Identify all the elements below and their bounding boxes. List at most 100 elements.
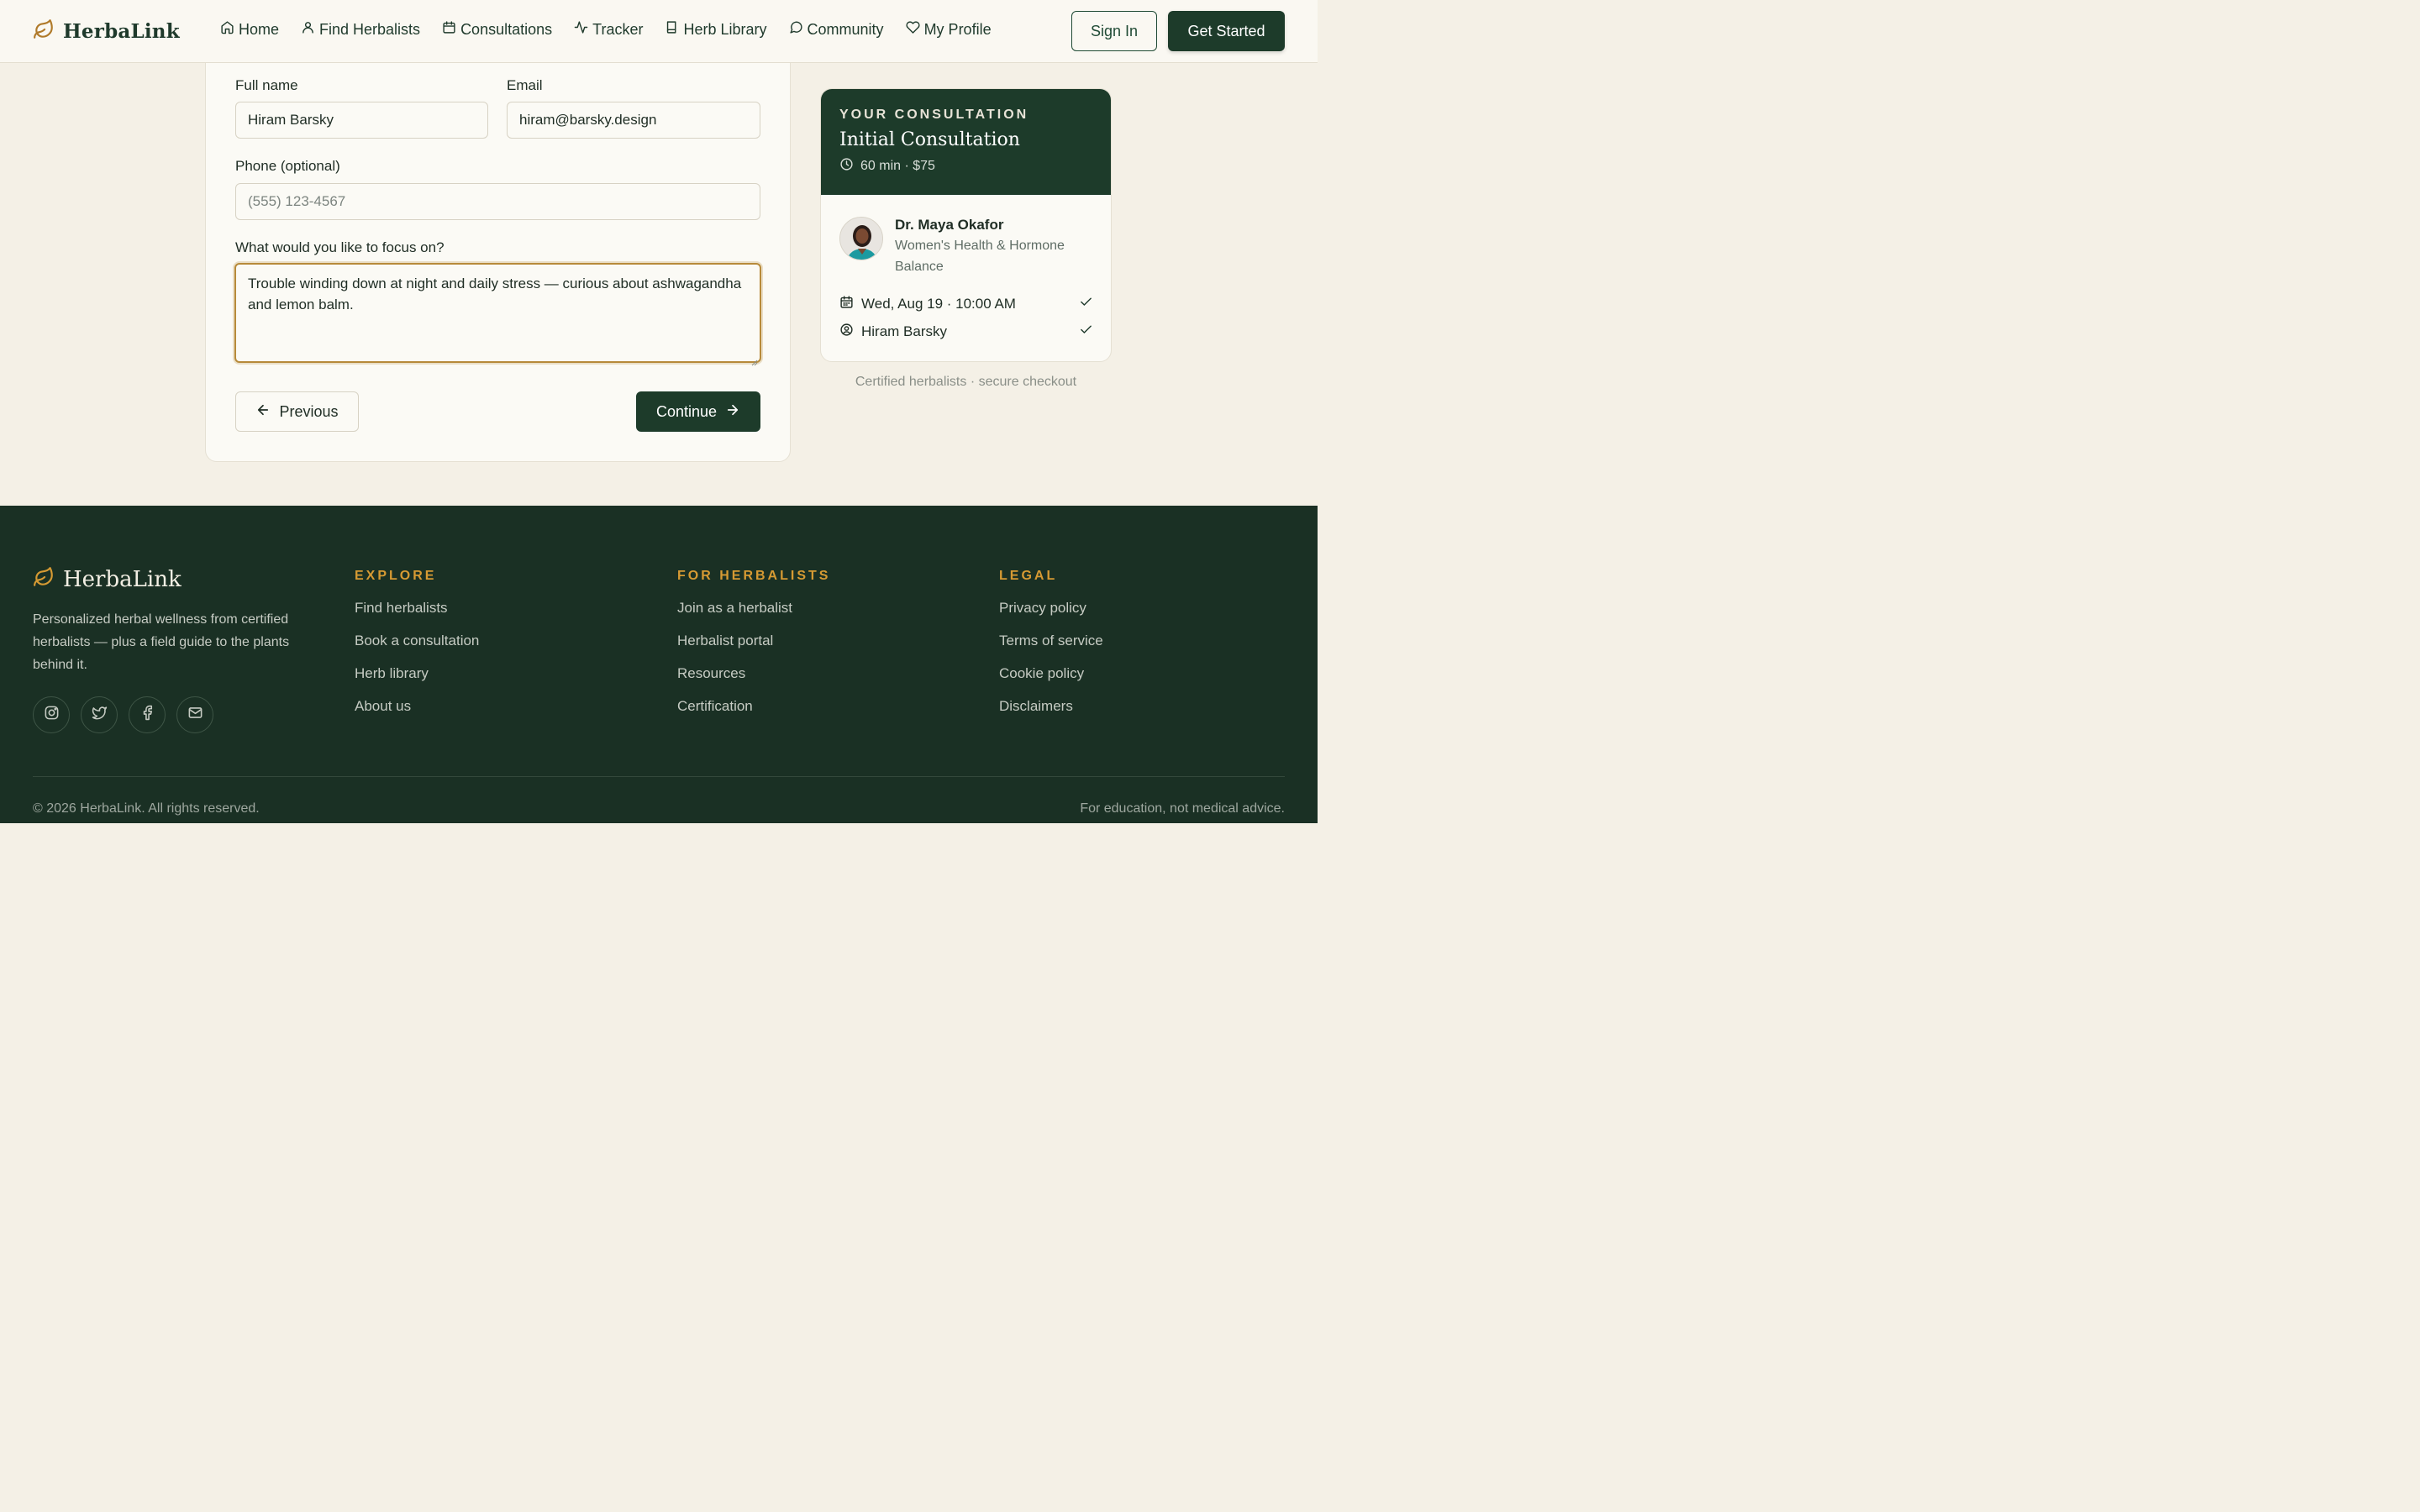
footer-link[interactable]: Book a consultation [355, 633, 479, 649]
footer-link[interactable]: Privacy policy [999, 600, 1103, 617]
previous-button[interactable]: Previous [235, 391, 359, 432]
get-started-button[interactable]: Get Started [1168, 11, 1285, 51]
medical-disclaimer: For education, not medical advice. [1080, 801, 1285, 816]
activity-icon [574, 20, 588, 39]
nav-label: My Profile [923, 20, 992, 38]
nav-label: Herb Library [683, 20, 767, 38]
nav-label: Find Herbalists [319, 20, 421, 38]
continue-button[interactable]: Continue [636, 391, 760, 432]
full-name-input[interactable]: Hiram Barsky [235, 102, 488, 139]
chat-bubble-icon [789, 20, 803, 39]
twitter-link[interactable] [81, 696, 118, 733]
herbalist-specialty: Women's Health & Hormone Balance [895, 239, 1065, 274]
brand-name: HerbaLink [63, 20, 180, 43]
footer-link[interactable]: Cookie policy [999, 665, 1103, 682]
nav-item-herb-library[interactable]: Herb Library [665, 20, 767, 39]
continue-label: Continue [655, 402, 718, 420]
arrow-left-icon [255, 402, 271, 422]
nav-item-tracker[interactable]: Tracker [574, 20, 643, 39]
footer-col-title: EXPLORE [355, 569, 437, 583]
herbalist-name: Dr. Maya Okafor [895, 217, 1004, 233]
footer-link[interactable]: Herbalist portal [677, 633, 830, 649]
home-icon [220, 20, 234, 39]
phone-input[interactable]: (555) 123-4567 [235, 183, 760, 220]
copyright: © 2026 HerbaLink. All rights reserved. [33, 801, 260, 816]
footer-col-explore: EXPLORE Find herbalists Book a consultat… [355, 569, 479, 715]
nav-item-home[interactable]: Home [220, 20, 279, 39]
previous-label: Previous [279, 402, 339, 420]
footer-col-title: LEGAL [999, 569, 1058, 583]
summary-title: Initial Consultation [839, 129, 1020, 150]
nav-item-consultations[interactable]: Consultations [442, 20, 552, 39]
arrow-right-icon [725, 402, 740, 422]
footer-col-title: FOR HERBALISTS [677, 569, 831, 583]
focus-label: What would you like to focus on? [235, 239, 445, 255]
footer-brand[interactable]: HerbaLink [33, 566, 182, 592]
site-footer: HerbaLink Personalized herbal wellness f… [0, 506, 1318, 823]
nav-label: Tracker [592, 20, 644, 38]
main-nav: Home Find Herbalists Consultations Track… [220, 20, 992, 39]
leaf-icon [33, 18, 55, 45]
herbalist-info: Dr. Maya Okafor Women's Health & Hormone… [839, 217, 1092, 277]
nav-label: Home [239, 20, 280, 38]
top-navbar: HerbaLink Home Find Herbalists Consultat… [0, 0, 1318, 63]
resize-grip-icon[interactable] [750, 351, 758, 366]
instagram-icon [44, 705, 60, 725]
focus-textarea[interactable]: Trouble winding down at night and daily … [234, 263, 761, 366]
duration-price: 60 min · $75 [860, 159, 935, 173]
email-link[interactable] [176, 696, 213, 733]
brand-logo[interactable]: HerbaLink [33, 18, 180, 45]
secure-checkout-note: Certified herbalists · secure checkout [855, 375, 1077, 389]
footer-link[interactable]: Join as a herbalist [677, 600, 830, 617]
footer-divider [33, 776, 1285, 777]
heart-icon [905, 20, 920, 39]
summary-header: YOUR CONSULTATION Initial Consultation 6… [821, 89, 1111, 195]
nav-item-community[interactable]: Community [789, 20, 884, 39]
date-row: Wed, Aug 19 · 10:00 AM [839, 295, 1093, 313]
nav-item-my-profile[interactable]: My Profile [905, 20, 992, 39]
appointment-date: Wed, Aug 19 · 10:00 AM [861, 296, 1016, 312]
footer-brand-name: HerbaLink [63, 566, 182, 592]
footer-link[interactable]: Certification [677, 698, 830, 715]
nav-item-find-herbalists[interactable]: Find Herbalists [301, 20, 420, 39]
email-label: Email [507, 77, 543, 93]
book-icon [665, 20, 679, 39]
email-input[interactable]: hiram@barsky.design [507, 102, 760, 139]
calendar-icon [839, 295, 854, 313]
leaf-icon [33, 566, 55, 592]
footer-link[interactable]: Find herbalists [355, 600, 479, 617]
facebook-link[interactable] [129, 696, 166, 733]
footer-link[interactable]: About us [355, 698, 479, 715]
instagram-link[interactable] [33, 696, 70, 733]
client-name: Hiram Barsky [861, 323, 948, 339]
avatar [839, 217, 883, 260]
summary-meta: 60 min · $75 [839, 157, 1092, 176]
footer-col-legal: LEGAL Privacy policy Terms of service Co… [999, 569, 1103, 715]
focus-text: Trouble winding down at night and daily … [248, 276, 742, 312]
facebook-icon [139, 705, 155, 725]
twitter-icon [92, 705, 108, 725]
client-row: Hiram Barsky [839, 323, 1093, 341]
nav-label: Consultations [460, 20, 553, 38]
footer-link[interactable]: Herb library [355, 665, 479, 682]
social-links [33, 696, 213, 733]
footer-description: Personalized herbal wellness from certif… [33, 612, 290, 672]
footer-col-for-herbalists: FOR HERBALISTS Join as a herbalist Herba… [677, 569, 830, 715]
footer-link[interactable]: Disclaimers [999, 698, 1103, 715]
consultation-summary-card: YOUR CONSULTATION Initial Consultation 6… [820, 88, 1112, 362]
user-circle-icon [839, 323, 854, 341]
summary-eyebrow: YOUR CONSULTATION [839, 108, 1029, 122]
user-icon [301, 20, 315, 39]
mail-icon [187, 705, 203, 725]
check-icon [1079, 323, 1093, 341]
calendar-icon [442, 20, 456, 39]
herbalist-text: Dr. Maya Okafor Women's Health & Hormone… [895, 217, 1092, 277]
footer-link[interactable]: Resources [677, 665, 830, 682]
full-name-label: Full name [235, 77, 298, 93]
check-icon [1079, 295, 1093, 313]
clock-icon [839, 157, 854, 176]
footer-link[interactable]: Terms of service [999, 633, 1103, 649]
sign-in-button[interactable]: Sign In [1071, 11, 1157, 51]
phone-label: Phone (optional) [235, 158, 340, 174]
nav-label: Community [807, 20, 884, 38]
